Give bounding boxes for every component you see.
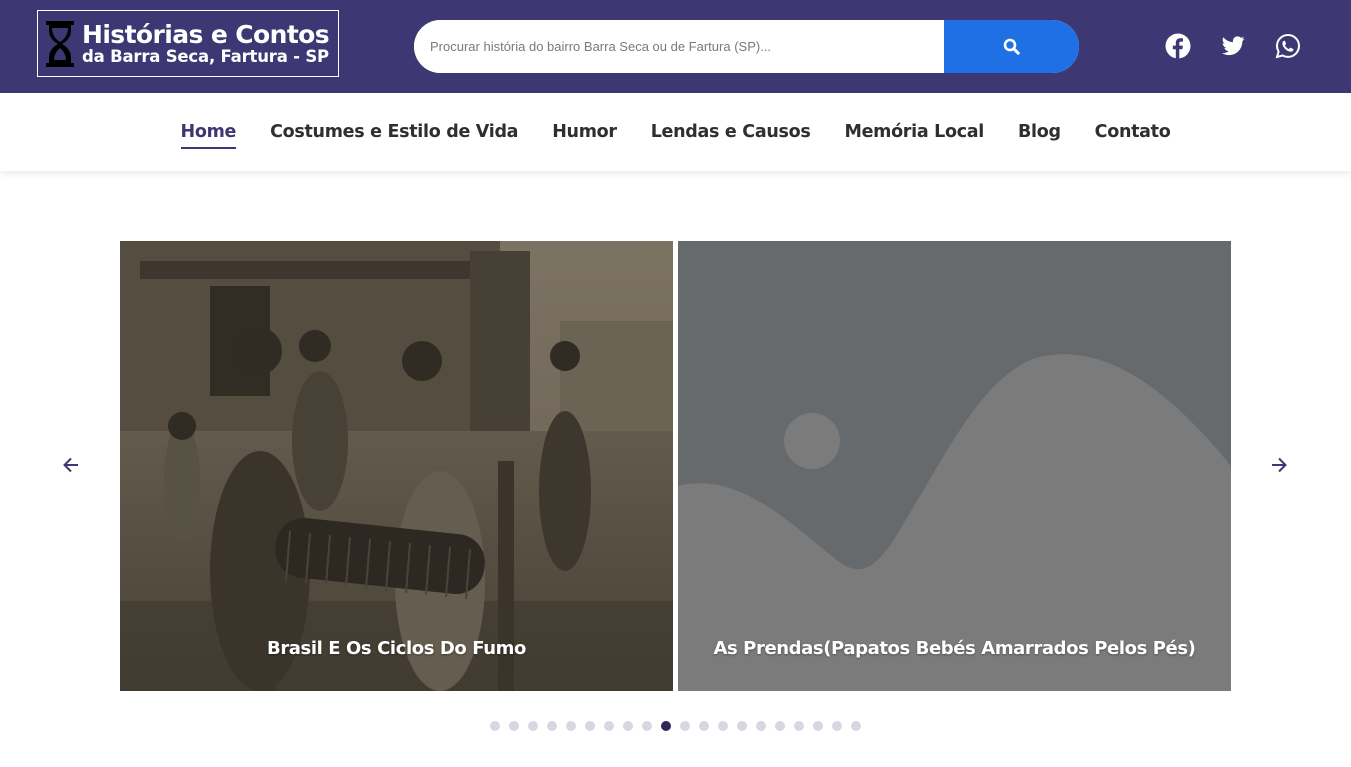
site-subtitle: da Barra Seca, Fartura - SP bbox=[82, 46, 329, 66]
arrow-left-icon bbox=[63, 457, 78, 473]
image-placeholder-icon bbox=[678, 241, 1231, 691]
carousel-slide[interactable]: As Prendas(Papatos Bebés Amarrados Pelos… bbox=[678, 241, 1231, 691]
carousel-dot[interactable] bbox=[566, 721, 576, 731]
twitter-icon bbox=[1221, 36, 1245, 56]
carousel-next-button[interactable] bbox=[1267, 453, 1291, 477]
arrow-right-icon bbox=[1272, 457, 1287, 473]
carousel-dot[interactable] bbox=[718, 721, 728, 731]
carousel-dot[interactable] bbox=[547, 721, 557, 731]
nav-item-contato[interactable]: Contato bbox=[1095, 122, 1171, 142]
carousel-dot[interactable] bbox=[585, 721, 595, 731]
main-nav: Home Costumes e Estilo de Vida Humor Len… bbox=[0, 93, 1351, 171]
carousel-dot[interactable] bbox=[642, 721, 652, 731]
hourglass-icon bbox=[46, 20, 74, 67]
search-button[interactable] bbox=[944, 20, 1079, 73]
whatsapp-icon bbox=[1275, 33, 1301, 59]
facebook-icon bbox=[1165, 33, 1191, 59]
site-title: Histórias e Contos bbox=[82, 19, 330, 49]
slide-title: As Prendas(Papatos Bebés Amarrados Pelos… bbox=[713, 638, 1196, 659]
carousel-dot[interactable] bbox=[528, 721, 538, 731]
carousel-dot[interactable] bbox=[680, 721, 690, 731]
nav-item-memoria[interactable]: Memória Local bbox=[844, 122, 984, 142]
search-form bbox=[414, 20, 1079, 73]
slide-title: Brasil E Os Ciclos Do Fumo bbox=[267, 638, 526, 659]
carousel-dot[interactable] bbox=[832, 721, 842, 731]
facebook-link[interactable] bbox=[1165, 33, 1191, 59]
carousel-pagination bbox=[0, 721, 1351, 731]
carousel-dot[interactable] bbox=[851, 721, 861, 731]
carousel-dot[interactable] bbox=[775, 721, 785, 731]
nav-item-lendas[interactable]: Lendas e Causos bbox=[651, 122, 811, 142]
carousel-dot[interactable] bbox=[756, 721, 766, 731]
carousel-dot[interactable] bbox=[604, 721, 614, 731]
carousel-dot[interactable] bbox=[737, 721, 747, 731]
carousel-prev-button[interactable] bbox=[59, 453, 83, 477]
site-logo[interactable]: Histórias e Contos da Barra Seca, Fartur… bbox=[37, 10, 339, 77]
nav-item-home[interactable]: Home bbox=[180, 122, 236, 149]
carousel-dot[interactable] bbox=[794, 721, 804, 731]
nav-item-blog[interactable]: Blog bbox=[1018, 122, 1061, 142]
carousel-dot[interactable] bbox=[813, 721, 823, 731]
story-photo bbox=[120, 241, 673, 691]
search-icon bbox=[1003, 38, 1020, 55]
whatsapp-link[interactable] bbox=[1275, 33, 1301, 59]
carousel-dot[interactable] bbox=[623, 721, 633, 731]
search-input[interactable] bbox=[414, 20, 944, 73]
twitter-link[interactable] bbox=[1220, 33, 1246, 59]
carousel-slide[interactable]: Brasil E Os Ciclos Do Fumo bbox=[120, 241, 673, 691]
carousel-dot[interactable] bbox=[699, 721, 709, 731]
carousel-dot[interactable] bbox=[490, 721, 500, 731]
nav-item-costumes[interactable]: Costumes e Estilo de Vida bbox=[270, 122, 518, 142]
nav-item-humor[interactable]: Humor bbox=[552, 122, 617, 142]
carousel-dot[interactable] bbox=[661, 721, 671, 731]
carousel-dot[interactable] bbox=[509, 721, 519, 731]
top-header: Histórias e Contos da Barra Seca, Fartur… bbox=[0, 0, 1351, 93]
